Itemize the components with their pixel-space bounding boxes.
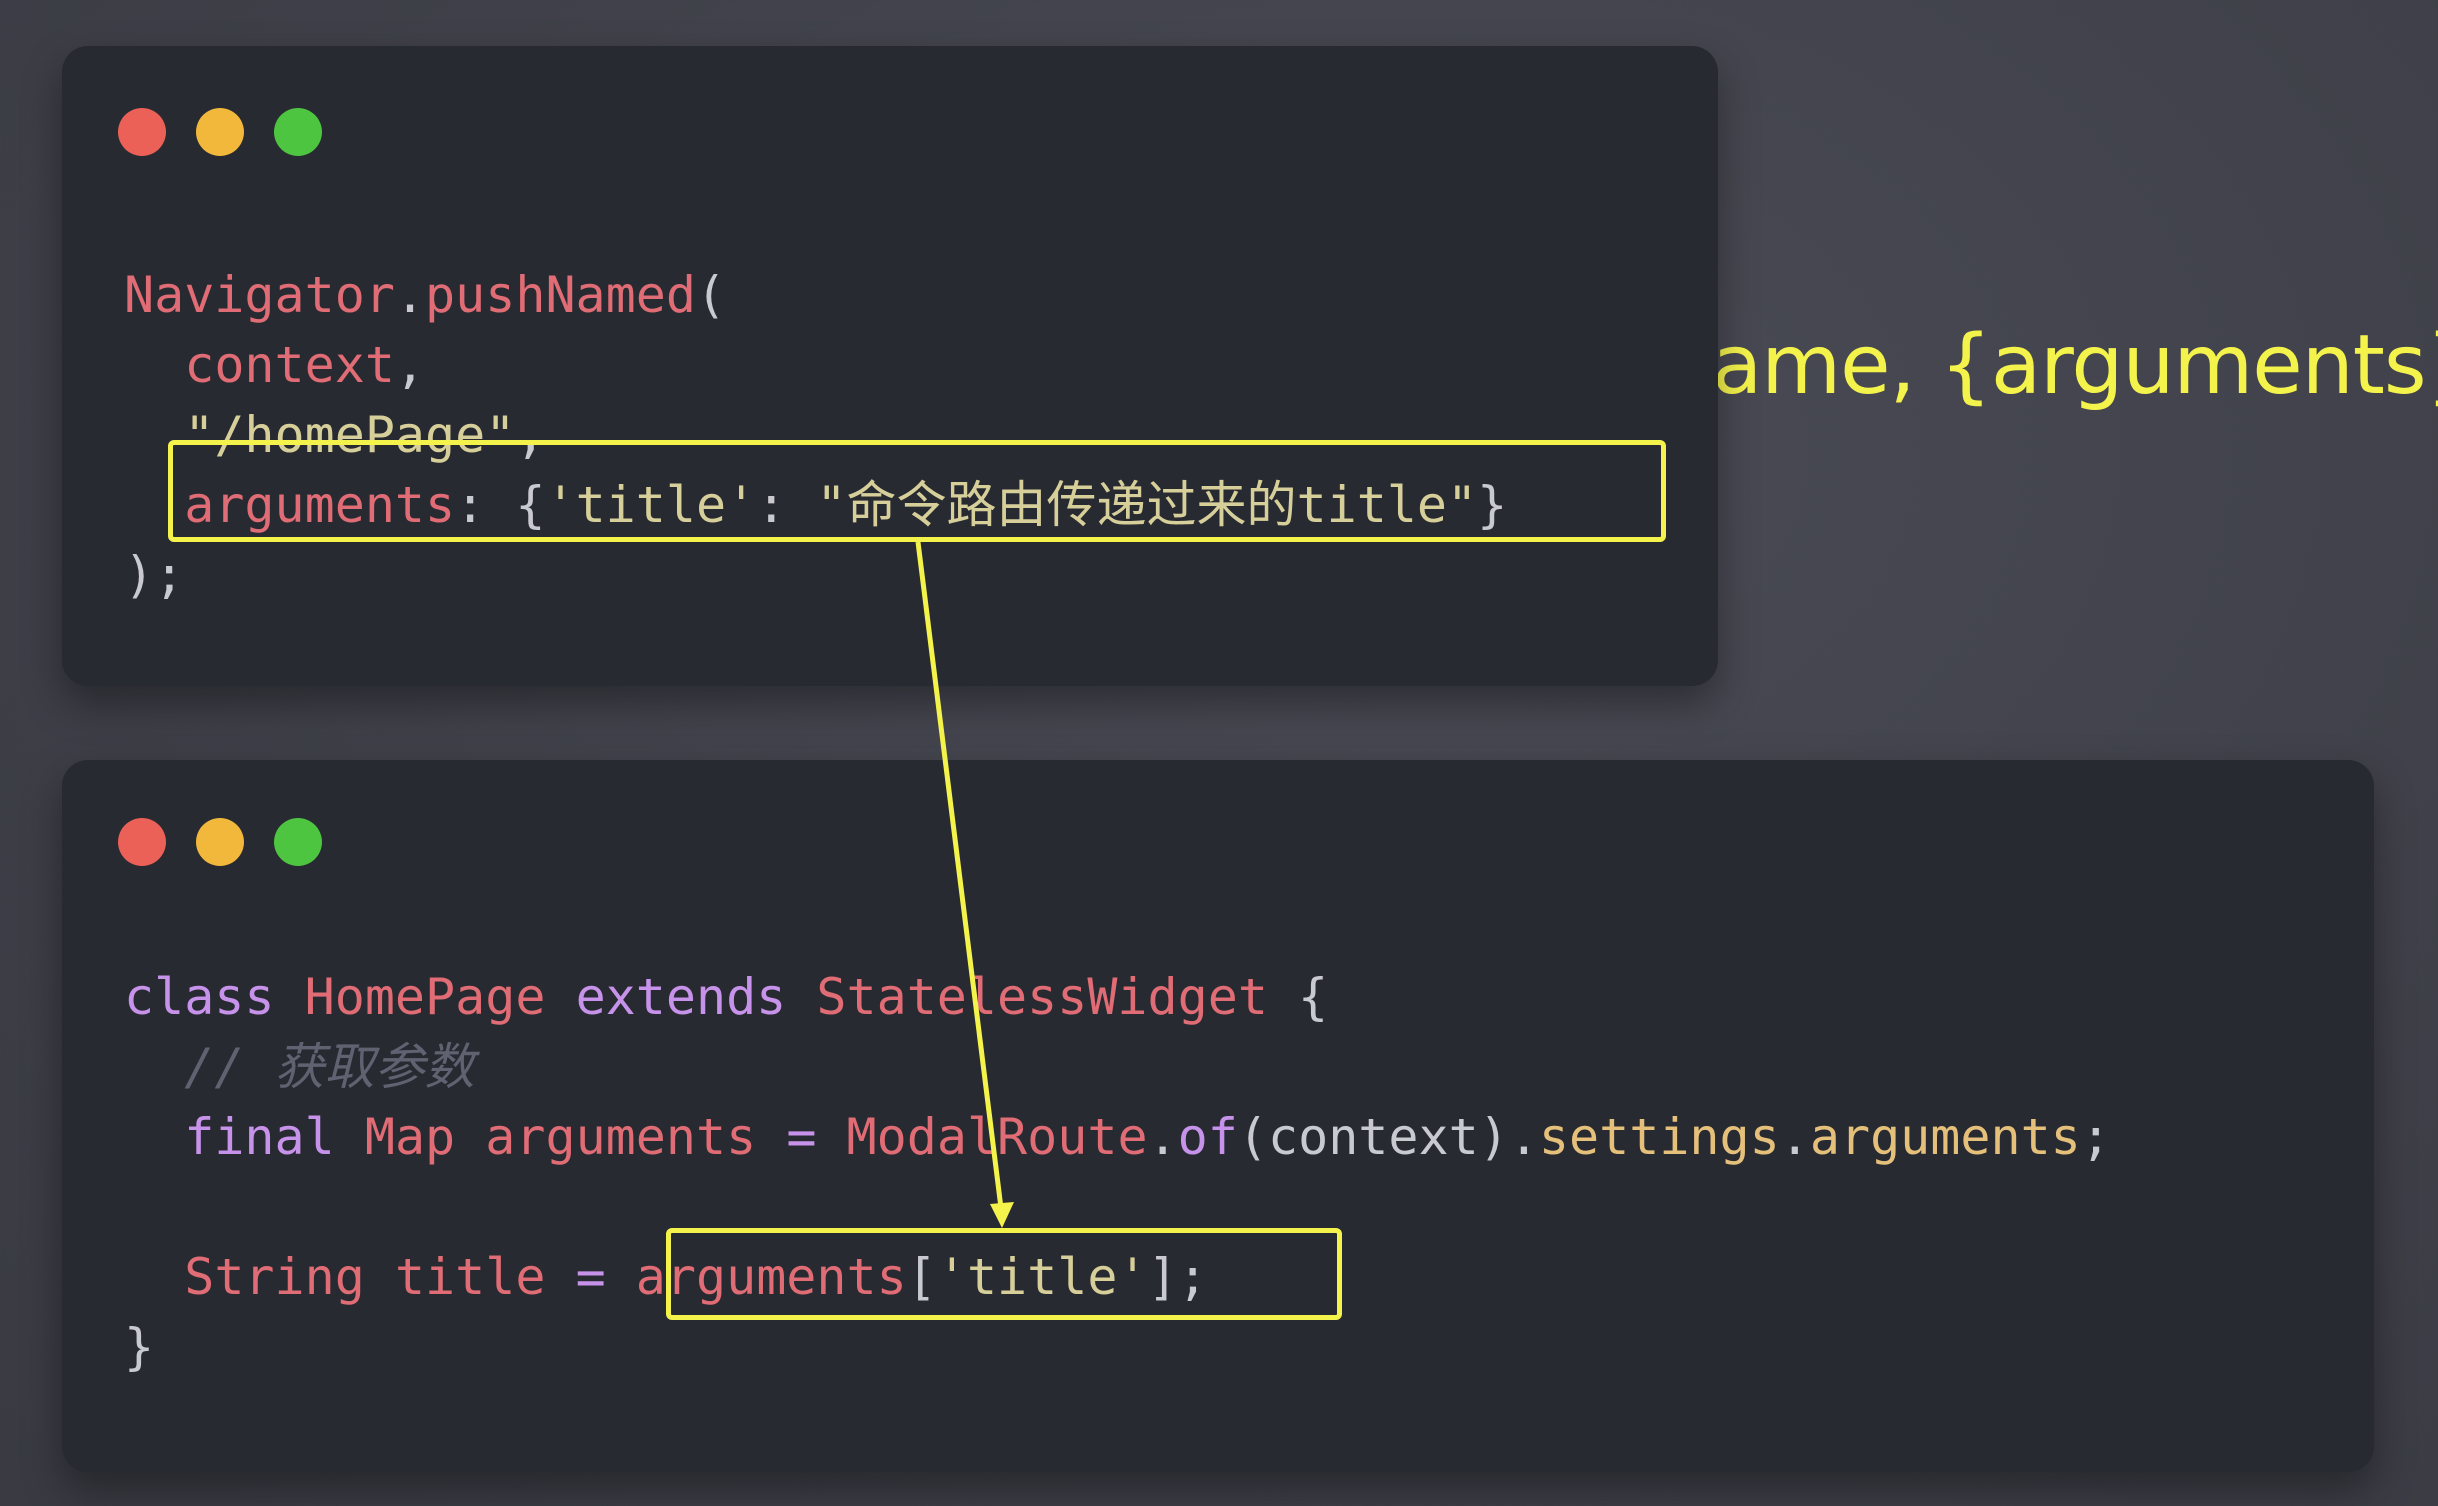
code-token: final xyxy=(184,1108,335,1166)
window-minimize-dot[interactable] xyxy=(196,108,244,156)
code-window-homepage: class HomePage extends StatelessWidget {… xyxy=(62,760,2374,1472)
code-token: . xyxy=(394,266,426,324)
code-token: StatelessWidget xyxy=(816,968,1268,1026)
code-token: Map xyxy=(364,1108,456,1166)
code-token: (context). xyxy=(1237,1108,1539,1166)
code-token: = xyxy=(786,1108,817,1166)
code-token: arguments xyxy=(485,1108,757,1166)
code-block-push-named: Navigator.pushNamed( context, "/homePage… xyxy=(124,260,1507,610)
code-window-navigator: Navigator.pushNamed( context, "/homePage… xyxy=(62,46,1718,686)
code-token: HomePage xyxy=(304,968,546,1026)
window-maximize-dot[interactable] xyxy=(274,108,322,156)
code-token: . xyxy=(1779,1108,1810,1166)
code-token: ; xyxy=(2080,1108,2111,1166)
code-comment: // 获取参数 xyxy=(184,1038,475,1096)
highlight-box-arguments-read xyxy=(666,1228,1342,1320)
code-token: extends xyxy=(575,968,787,1026)
code-token: } xyxy=(124,1318,155,1376)
code-token: , xyxy=(394,336,426,394)
background-method-signature: ame, {arguments}) xyxy=(1712,318,2438,413)
code-line: ); xyxy=(124,540,1507,610)
code-token: settings xyxy=(1538,1108,1780,1166)
window-minimize-dot[interactable] xyxy=(196,818,244,866)
code-token: { xyxy=(1298,968,1329,1026)
code-line: class HomePage extends StatelessWidget { xyxy=(124,962,2111,1032)
code-line: final Map arguments = ModalRoute.of(cont… xyxy=(124,1102,2111,1172)
code-token: class xyxy=(124,968,275,1026)
code-token: = xyxy=(575,1248,606,1306)
code-line: context, xyxy=(124,330,1507,400)
code-token: title xyxy=(394,1248,546,1306)
code-token: ModalRoute xyxy=(846,1108,1148,1166)
code-token: arguments xyxy=(1809,1108,2081,1166)
code-token: Navigator xyxy=(124,266,395,324)
code-token: pushNamed xyxy=(425,266,696,324)
highlight-box-arguments-passed xyxy=(168,440,1666,542)
window-close-dot[interactable] xyxy=(118,818,166,866)
code-token: ); xyxy=(124,546,185,604)
window-maximize-dot[interactable] xyxy=(274,818,322,866)
code-token: String xyxy=(184,1248,365,1306)
code-token: context xyxy=(184,336,395,394)
code-line: // 获取参数 xyxy=(124,1032,2111,1102)
window-close-dot[interactable] xyxy=(118,108,166,156)
code-token: ( xyxy=(695,266,727,324)
code-line: } xyxy=(124,1312,2111,1382)
code-token: . xyxy=(1147,1108,1178,1166)
code-line: Navigator.pushNamed( xyxy=(124,260,1507,330)
code-token: of xyxy=(1177,1108,1238,1166)
